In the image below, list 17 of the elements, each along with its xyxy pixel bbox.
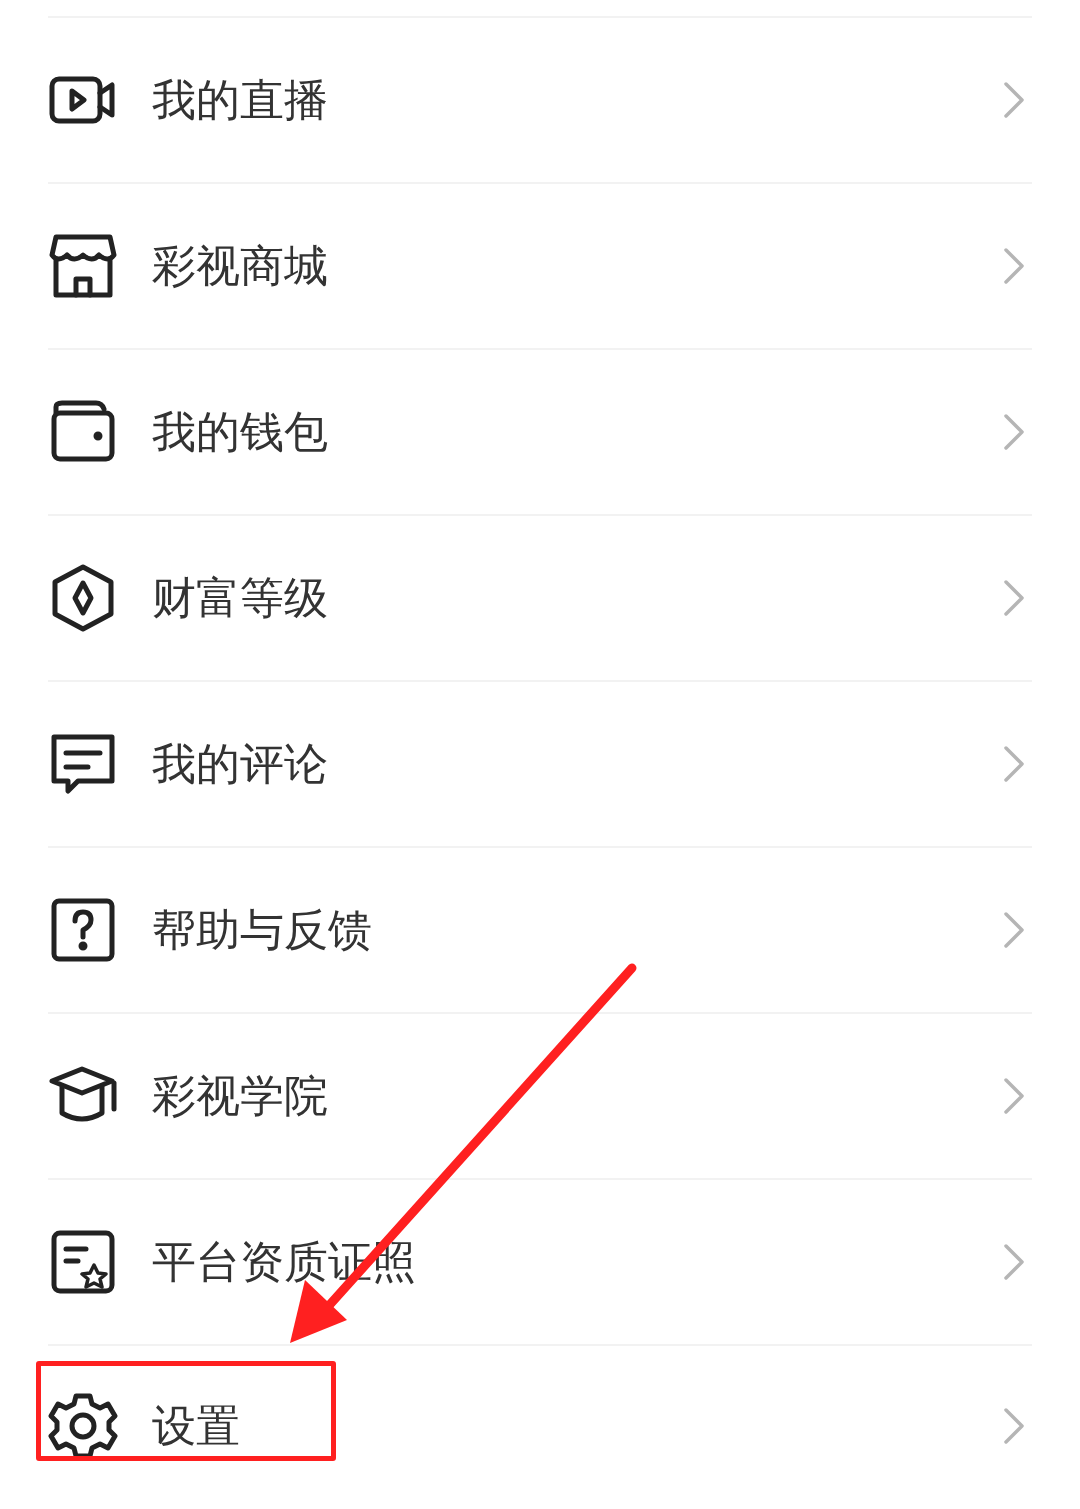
chevron-right-icon	[1002, 744, 1026, 784]
chevron-right-icon	[1002, 1242, 1026, 1282]
chevron-right-icon	[1002, 910, 1026, 950]
menu-item[interactable]: 彩视商城	[152, 244, 328, 288]
menu-item[interactable]: 我的直播	[152, 78, 328, 122]
menu-item[interactable]: 帮助与反馈	[152, 908, 372, 952]
menu-item[interactable]: 彩视学院	[152, 1074, 328, 1118]
chevron-right-icon	[1002, 1406, 1026, 1446]
chevron-right-icon	[1002, 80, 1026, 120]
menu-item[interactable]: 我的评论	[152, 742, 328, 786]
chevron-right-icon	[1002, 246, 1026, 286]
menu-item[interactable]: 我的钱包	[152, 410, 328, 454]
chevron-right-icon	[1002, 578, 1026, 618]
menu-item[interactable]: 财富等级	[152, 576, 328, 620]
chevron-right-icon	[1002, 412, 1026, 452]
menu-item[interactable]: 设置	[152, 1404, 240, 1448]
chevron-right-icon	[1002, 1076, 1026, 1116]
